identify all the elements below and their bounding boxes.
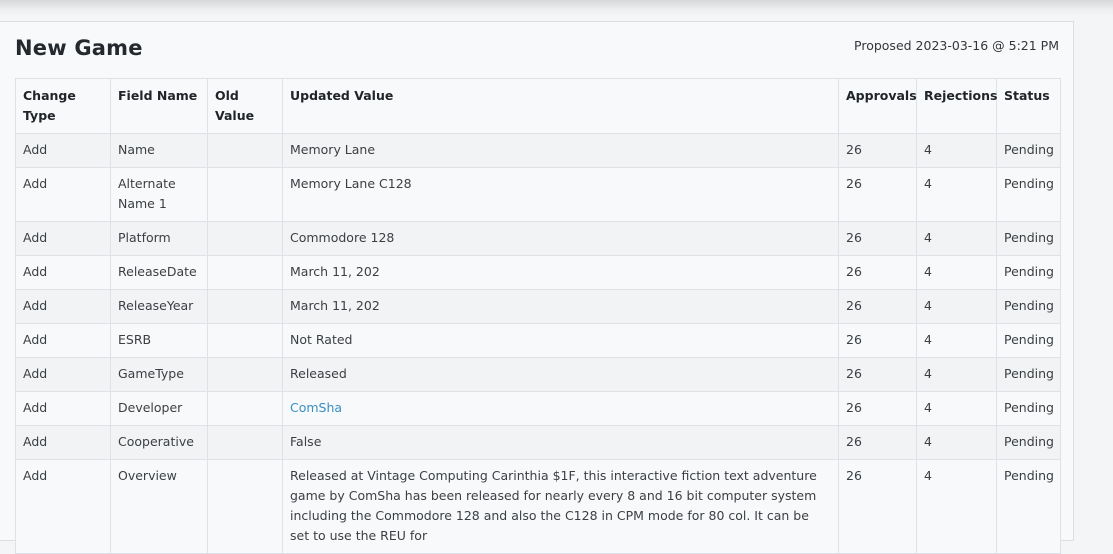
- cell-approvals: 26: [838, 391, 917, 426]
- cell-updated-value: Released at Vintage Computing Carinthia …: [282, 459, 839, 554]
- cell-status: Pending: [996, 255, 1061, 290]
- cell-old-value: [207, 323, 283, 358]
- cell-change-type: Add: [15, 289, 111, 324]
- cell-approvals: 26: [838, 167, 917, 222]
- cell-field-name: Platform: [110, 221, 208, 256]
- changes-table: Change Type Field Name Old Value Updated…: [15, 78, 1061, 554]
- cell-rejections: 4: [916, 167, 997, 222]
- cell-approvals: 26: [838, 221, 917, 256]
- cell-change-type: Add: [15, 391, 111, 426]
- cell-change-type: Add: [15, 459, 111, 554]
- cell-status: Pending: [996, 357, 1061, 392]
- cell-updated-value: March 11, 202: [282, 289, 839, 324]
- header-status: Status: [996, 78, 1061, 134]
- table-row: Add ReleaseYear March 11, 202 26 4 Pendi…: [15, 289, 1061, 324]
- cell-field-name: Alternate Name 1: [110, 167, 208, 222]
- cell-updated-value: Released: [282, 357, 839, 392]
- cell-old-value: [207, 357, 283, 392]
- cell-approvals: 26: [838, 289, 917, 324]
- cell-field-name: ESRB: [110, 323, 208, 358]
- cell-old-value: [207, 289, 283, 324]
- cell-status: Pending: [996, 289, 1061, 324]
- cell-status: Pending: [996, 391, 1061, 426]
- header-old-value: Old Value: [207, 78, 283, 134]
- cell-rejections: 4: [916, 133, 997, 168]
- cell-status: Pending: [996, 459, 1061, 554]
- cell-field-name: Overview: [110, 459, 208, 554]
- cell-rejections: 4: [916, 289, 997, 324]
- cell-change-type: Add: [15, 221, 111, 256]
- page-title: New Game: [15, 36, 143, 60]
- cell-status: Pending: [996, 221, 1061, 256]
- proposed-timestamp: Proposed 2023-03-16 @ 5:21 PM: [854, 38, 1059, 53]
- cell-change-type: Add: [15, 133, 111, 168]
- top-bar-shadow: [0, 0, 1113, 16]
- cell-field-name: Name: [110, 133, 208, 168]
- cell-rejections: 4: [916, 221, 997, 256]
- table-row: Add Platform Commodore 128 26 4 Pending: [15, 221, 1061, 256]
- table-row: Add ESRB Not Rated 26 4 Pending: [15, 323, 1061, 358]
- cell-approvals: 26: [838, 357, 917, 392]
- cell-status: Pending: [996, 323, 1061, 358]
- cell-updated-value: Memory Lane: [282, 133, 839, 168]
- cell-updated-value: Not Rated: [282, 323, 839, 358]
- cell-old-value: [207, 221, 283, 256]
- header-approvals: Approvals: [838, 78, 917, 134]
- cell-change-type: Add: [15, 357, 111, 392]
- cell-status: Pending: [996, 167, 1061, 222]
- cell-change-type: Add: [15, 323, 111, 358]
- cell-rejections: 4: [916, 425, 997, 460]
- cell-updated-value: March 11, 202: [282, 255, 839, 290]
- cell-old-value: [207, 133, 283, 168]
- cell-updated-value: False: [282, 425, 839, 460]
- cell-status: Pending: [996, 133, 1061, 168]
- cell-updated-value: ComSha: [282, 391, 839, 426]
- cell-approvals: 26: [838, 255, 917, 290]
- developer-link[interactable]: ComSha: [290, 400, 342, 415]
- table-row: Add ReleaseDate March 11, 202 26 4 Pendi…: [15, 255, 1061, 290]
- cell-field-name: Cooperative: [110, 425, 208, 460]
- cell-approvals: 26: [838, 459, 917, 554]
- cell-field-name: ReleaseDate: [110, 255, 208, 290]
- cell-updated-value: Commodore 128: [282, 221, 839, 256]
- cell-old-value: [207, 459, 283, 554]
- cell-approvals: 26: [838, 323, 917, 358]
- cell-old-value: [207, 391, 283, 426]
- header-change-type: Change Type: [15, 78, 111, 134]
- cell-approvals: 26: [838, 425, 917, 460]
- cell-change-type: Add: [15, 425, 111, 460]
- table-row: Add Overview Released at Vintage Computi…: [15, 459, 1061, 554]
- header-rejections: Rejections: [916, 78, 997, 134]
- table-header-row: Change Type Field Name Old Value Updated…: [15, 78, 1061, 134]
- cell-field-name: Developer: [110, 391, 208, 426]
- cell-old-value: [207, 255, 283, 290]
- cell-status: Pending: [996, 425, 1061, 460]
- cell-old-value: [207, 167, 283, 222]
- cell-change-type: Add: [15, 255, 111, 290]
- cell-field-name: GameType: [110, 357, 208, 392]
- table-row: Add Alternate Name 1 Memory Lane C128 26…: [15, 167, 1061, 222]
- header-field-name: Field Name: [110, 78, 208, 134]
- header-updated-value: Updated Value: [282, 78, 839, 134]
- table-row: Add Name Memory Lane 26 4 Pending: [15, 133, 1061, 168]
- cell-rejections: 4: [916, 357, 997, 392]
- cell-change-type: Add: [15, 167, 111, 222]
- cell-old-value: [207, 425, 283, 460]
- table-row: Add GameType Released 26 4 Pending: [15, 357, 1061, 392]
- cell-approvals: 26: [838, 133, 917, 168]
- cell-rejections: 4: [916, 459, 997, 554]
- table-row: Add Cooperative False 26 4 Pending: [15, 425, 1061, 460]
- cell-rejections: 4: [916, 255, 997, 290]
- change-panel: New Game Proposed 2023-03-16 @ 5:21 PM C…: [0, 21, 1074, 554]
- cell-field-name: ReleaseYear: [110, 289, 208, 324]
- cell-rejections: 4: [916, 391, 997, 426]
- table-row: Add Developer ComSha 26 4 Pending: [15, 391, 1061, 426]
- cell-rejections: 4: [916, 323, 997, 358]
- cell-updated-value: Memory Lane C128: [282, 167, 839, 222]
